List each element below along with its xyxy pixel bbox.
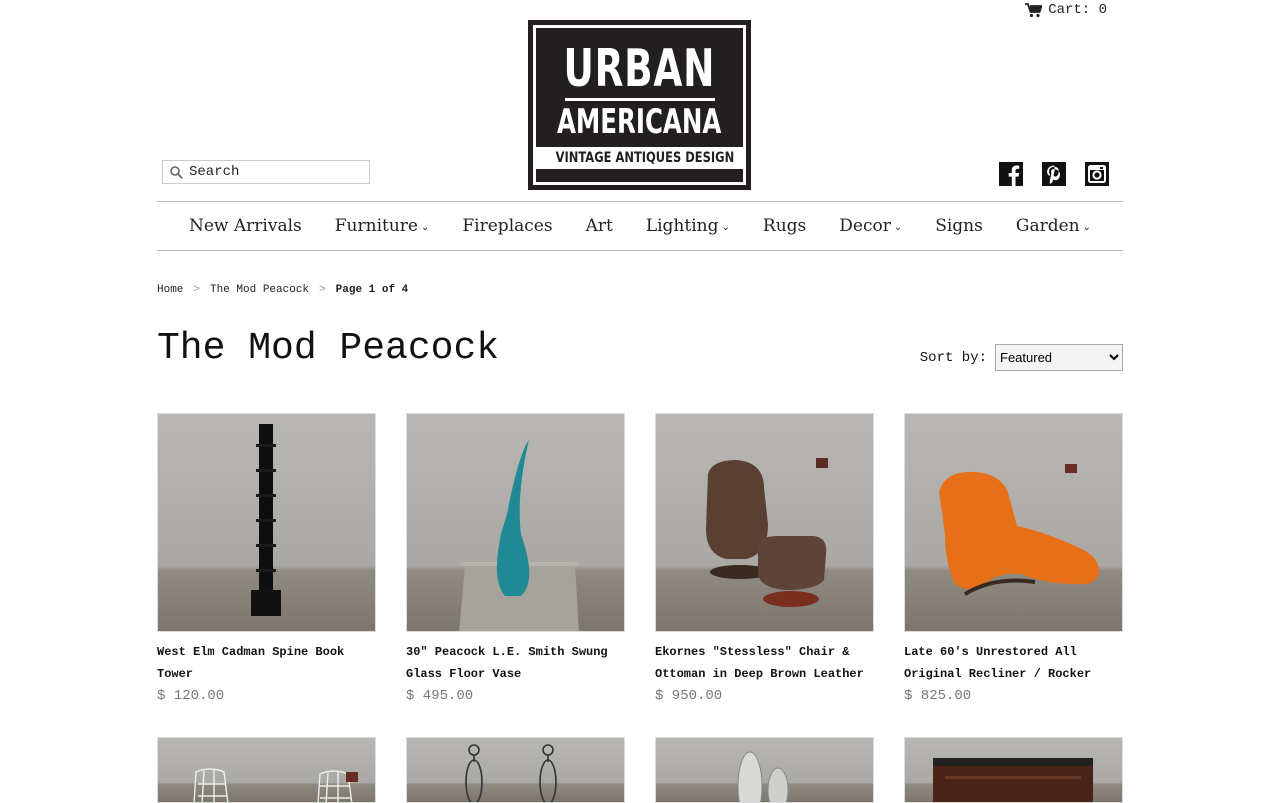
- product-card[interactable]: West Elm Cadman Spine Book Tower $ 120.0…: [157, 413, 376, 707]
- product-image[interactable]: [904, 413, 1123, 632]
- product-card[interactable]: Ekornes "Stessless" Chair & Ottoman in D…: [655, 413, 874, 707]
- site-logo[interactable]: URBAN AMERICANA VINTAGE ANTIQUES DESIGN: [528, 20, 751, 190]
- logo-line-americana: AMERICANA: [557, 102, 722, 142]
- product-price: $ 950.00: [655, 688, 723, 704]
- nav-item-garden[interactable]: Garden ⌄: [1016, 216, 1091, 236]
- product-title[interactable]: Late 60's Unrestored All Original Reclin…: [904, 641, 1123, 685]
- logo-tagline-band: VINTAGE ANTIQUES DESIGN: [536, 147, 743, 169]
- product-grid: West Elm Cadman Spine Book Tower $ 120.0…: [157, 413, 1123, 803]
- breadcrumb-home[interactable]: Home: [157, 284, 183, 296]
- search-input[interactable]: [189, 164, 359, 180]
- product-image[interactable]: [157, 737, 376, 803]
- chevron-down-icon: ⌄: [1082, 221, 1091, 233]
- product-image[interactable]: [157, 413, 376, 632]
- logo-tagline: VINTAGE ANTIQUES DESIGN: [555, 150, 735, 166]
- product-card[interactable]: [655, 737, 874, 803]
- nav-label: Signs: [935, 216, 983, 236]
- product-card[interactable]: [904, 737, 1123, 803]
- breadcrumb-separator: >: [193, 284, 201, 296]
- nav-label: Decor: [839, 216, 891, 236]
- nav-item-fireplaces[interactable]: Fireplaces: [462, 216, 552, 236]
- nav-item-signs[interactable]: Signs: [935, 216, 983, 236]
- nav-item-decor[interactable]: Decor ⌄: [839, 216, 902, 236]
- product-card[interactable]: [157, 737, 376, 803]
- logo-line-urban: URBAN: [563, 39, 716, 99]
- nav-label: Furniture: [334, 216, 418, 236]
- product-card[interactable]: [406, 737, 625, 803]
- sort-label: Sort by:: [919, 349, 987, 366]
- nav-item-furniture[interactable]: Furniture ⌄: [335, 216, 430, 236]
- page-title: The Mod Peacock: [157, 327, 500, 370]
- chevron-down-icon: ⌄: [893, 221, 903, 233]
- breadcrumb: Home > The Mod Peacock > Page 1 of 4: [157, 284, 408, 296]
- breadcrumb-collection[interactable]: The Mod Peacock: [210, 284, 309, 296]
- breadcrumb-current: Page 1 of 4: [335, 284, 409, 296]
- product-image[interactable]: [655, 737, 874, 803]
- product-card[interactable]: 30" Peacock L.E. Smith Swung Glass Floor…: [406, 413, 625, 707]
- search-box[interactable]: [162, 160, 370, 184]
- sort-select[interactable]: Featured: [995, 344, 1123, 371]
- nav-label: Lighting: [645, 216, 719, 236]
- nav-label: New Arrivals: [189, 216, 302, 236]
- instagram-icon[interactable]: [1085, 162, 1109, 186]
- nav-item-new-arrivals[interactable]: New Arrivals: [189, 216, 302, 236]
- cart-icon: [1025, 2, 1043, 17]
- product-title[interactable]: 30" Peacock L.E. Smith Swung Glass Floor…: [406, 641, 625, 685]
- cart-link[interactable]: Cart: 0: [1025, 2, 1107, 18]
- product-image[interactable]: [406, 413, 625, 632]
- pinterest-icon[interactable]: [1042, 162, 1066, 186]
- product-price: $ 120.00: [157, 688, 225, 704]
- chevron-down-icon: ⌄: [721, 221, 730, 233]
- sort-control: Sort by: Featured: [920, 344, 1123, 371]
- nav-label: Art: [585, 216, 613, 236]
- product-image[interactable]: [655, 413, 874, 632]
- nav-item-art[interactable]: Art: [586, 216, 613, 236]
- chevron-down-icon: ⌄: [421, 221, 430, 233]
- nav-label: Garden: [1015, 216, 1080, 236]
- product-image[interactable]: [406, 737, 625, 803]
- search-icon: [170, 165, 183, 179]
- nav-item-rugs[interactable]: Rugs: [763, 216, 806, 236]
- nav-label: Fireplaces: [462, 216, 553, 236]
- product-card[interactable]: Late 60's Unrestored All Original Reclin…: [904, 413, 1123, 707]
- product-title[interactable]: West Elm Cadman Spine Book Tower: [157, 641, 376, 685]
- facebook-icon[interactable]: [999, 162, 1023, 186]
- breadcrumb-separator: >: [319, 284, 326, 296]
- nav-label: Rugs: [762, 216, 807, 236]
- main-nav: New Arrivals Furniture ⌄ Fireplaces Art L…: [157, 201, 1123, 251]
- product-image[interactable]: [904, 737, 1123, 803]
- product-price: $ 825.00: [904, 688, 972, 704]
- social-links: [999, 162, 1109, 186]
- page-wrapper: Cart: 0 URBAN AMERICANA VINTAGE ANTIQUES…: [157, 0, 1123, 803]
- product-title[interactable]: Ekornes "Stessless" Chair & Ottoman in D…: [655, 641, 874, 685]
- product-price: $ 495.00: [406, 688, 474, 704]
- nav-item-lighting[interactable]: Lighting ⌄: [646, 216, 730, 236]
- cart-label: Cart: 0: [1048, 2, 1107, 18]
